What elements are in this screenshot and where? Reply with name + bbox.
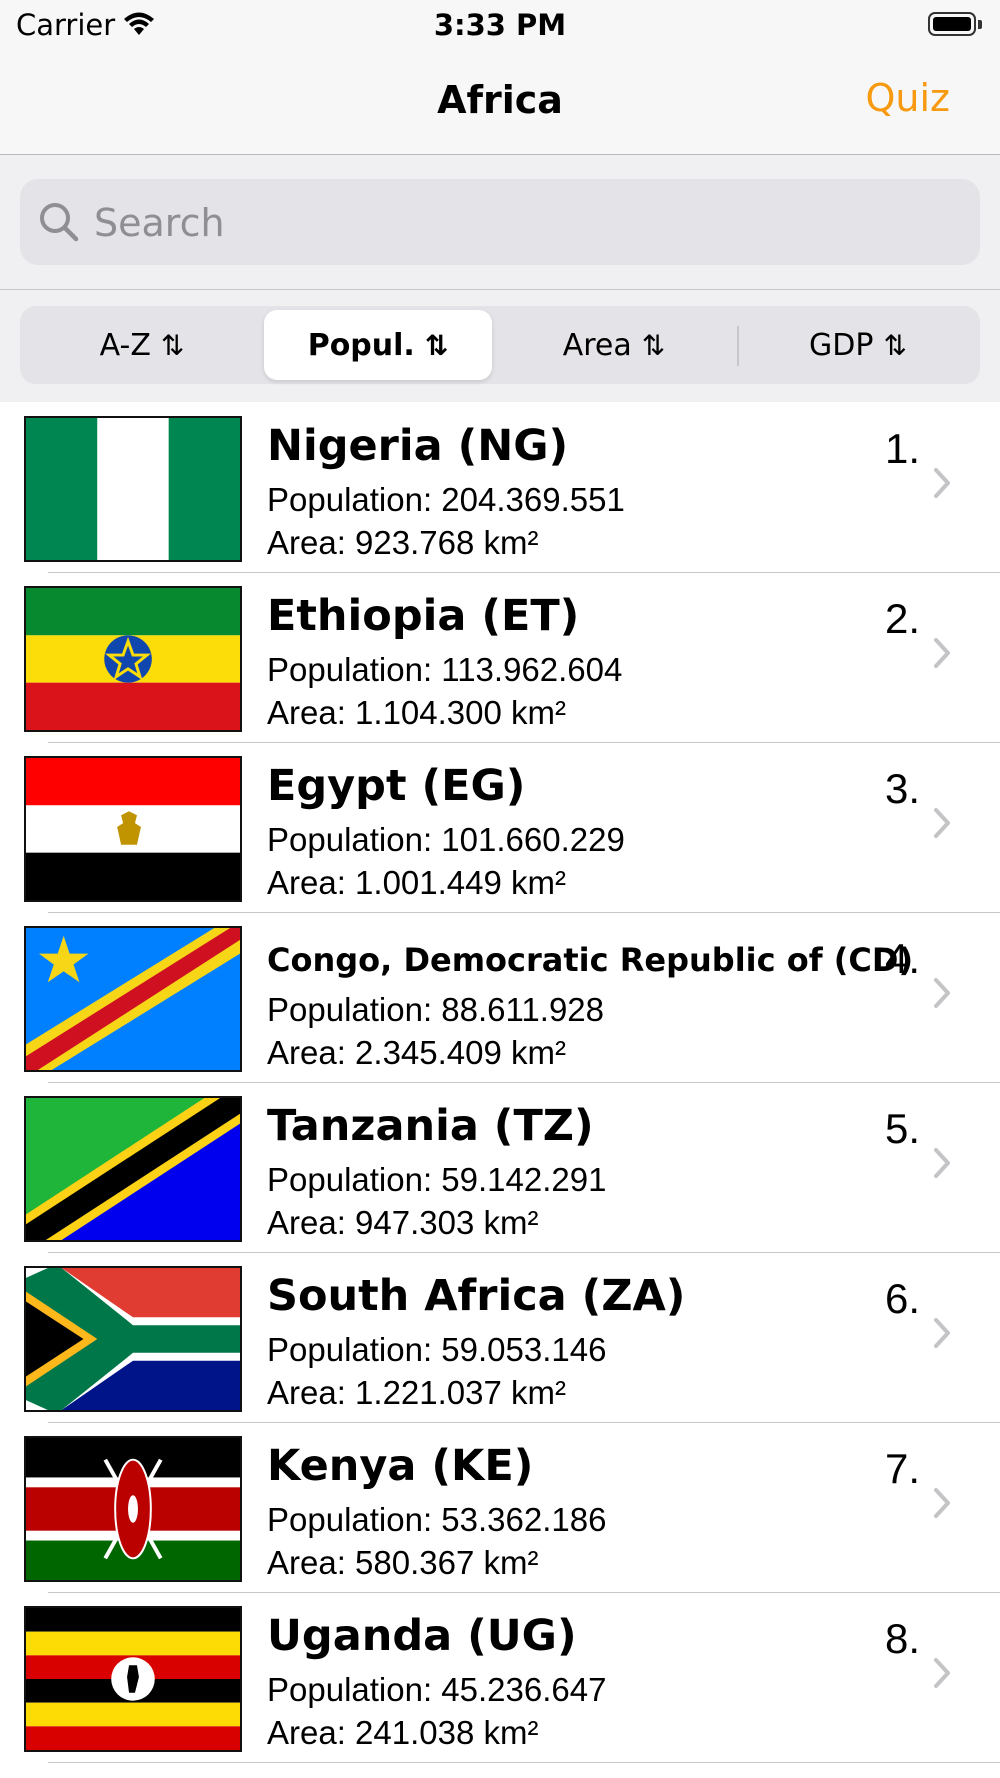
flag-uganda-icon bbox=[24, 1606, 242, 1752]
country-name: South Africa (ZA) bbox=[267, 1271, 686, 1321]
chevron-right-icon bbox=[932, 467, 952, 503]
search-input[interactable] bbox=[92, 179, 956, 267]
country-name: Egypt (EG) bbox=[267, 761, 526, 811]
country-rank: 3. bbox=[884, 765, 920, 812]
country-row-uganda[interactable]: Uganda (UG) Population: 45.236.647 Area:… bbox=[0, 1593, 1000, 1763]
country-population: Population: 59.142.291 bbox=[267, 1161, 607, 1198]
country-area: Area: 1.104.300 km² bbox=[267, 694, 566, 731]
chevron-right-icon bbox=[932, 807, 952, 843]
country-name: Kenya (KE) bbox=[267, 1441, 534, 1491]
sort-segmented-control: A-Z ⇅ Popul. ⇅ Area ⇅ GDP ⇅ bbox=[20, 306, 980, 384]
country-rank: 7. bbox=[884, 1445, 920, 1492]
country-rank: 8. bbox=[884, 1615, 920, 1662]
search-bar[interactable] bbox=[20, 179, 980, 267]
country-area: Area: 1.001.449 km² bbox=[267, 864, 566, 901]
country-row-dr-congo[interactable]: Congo, Democratic Republic of (CD) Popul… bbox=[0, 913, 1000, 1083]
country-row-kenya[interactable]: Kenya (KE) Population: 53.362.186 Area: … bbox=[0, 1423, 1000, 1593]
sort-arrows-icon: ⇅ bbox=[424, 328, 449, 362]
country-rank: 2. bbox=[884, 595, 920, 642]
chevron-right-icon bbox=[932, 1317, 952, 1353]
sort-control-container: A-Z ⇅ Popul. ⇅ Area ⇅ GDP ⇅ bbox=[0, 290, 1000, 402]
country-area: Area: 923.768 km² bbox=[267, 524, 539, 561]
sort-tab-area[interactable]: Area ⇅ bbox=[500, 310, 728, 380]
flag-nigeria-icon bbox=[24, 416, 242, 562]
chevron-right-icon bbox=[932, 637, 952, 673]
battery-icon bbox=[928, 12, 982, 38]
country-area: Area: 580.367 km² bbox=[267, 1544, 539, 1581]
sort-tab-label: GDP bbox=[809, 327, 874, 363]
segment-divider bbox=[737, 326, 739, 366]
sort-tab-label: A-Z bbox=[99, 327, 151, 363]
page-title: Africa bbox=[437, 78, 563, 122]
country-population: Population: 204.369.551 bbox=[267, 481, 625, 518]
country-population: Population: 88.611.928 bbox=[267, 991, 605, 1028]
country-population: Population: 53.362.186 bbox=[267, 1501, 607, 1538]
chevron-right-icon bbox=[932, 1147, 952, 1183]
country-area: Area: 2.345.409 km² bbox=[267, 1034, 566, 1071]
quiz-button[interactable]: Quiz bbox=[866, 76, 951, 120]
country-row-egypt[interactable]: Egypt (EG) Population: 101.660.229 Area:… bbox=[0, 743, 1000, 913]
country-rank: 4. bbox=[884, 935, 920, 982]
sort-tab-label: Popul. bbox=[307, 327, 415, 363]
country-population: Population: 59.053.146 bbox=[267, 1331, 607, 1368]
country-population: Population: 45.236.647 bbox=[267, 1671, 607, 1708]
sort-arrows-icon: ⇅ bbox=[641, 328, 666, 362]
country-area: Area: 241.038 km² bbox=[267, 1714, 539, 1751]
country-row-nigeria[interactable]: Nigeria (NG) Population: 204.369.551 Are… bbox=[0, 403, 1000, 573]
country-rank: 5. bbox=[884, 1105, 920, 1152]
sort-tab-az[interactable]: A-Z ⇅ bbox=[28, 310, 256, 380]
country-name: Tanzania (TZ) bbox=[267, 1101, 594, 1151]
flag-south-africa-icon bbox=[24, 1266, 242, 1412]
row-separator bbox=[48, 1762, 1000, 1763]
flag-tanzania-icon bbox=[24, 1096, 242, 1242]
country-name: Nigeria (NG) bbox=[267, 421, 569, 471]
flag-kenya-icon bbox=[24, 1436, 242, 1582]
country-row-south-africa[interactable]: South Africa (ZA) Population: 59.053.146… bbox=[0, 1253, 1000, 1423]
country-population: Population: 113.962.604 bbox=[267, 651, 623, 688]
search-bar-container bbox=[0, 155, 1000, 290]
sort-tab-gdp[interactable]: GDP ⇅ bbox=[744, 310, 972, 380]
status-time: 3:33 PM bbox=[433, 8, 567, 42]
sort-tab-label: Area bbox=[562, 327, 632, 363]
country-list: Nigeria (NG) Population: 204.369.551 Are… bbox=[0, 403, 1000, 1763]
chevron-right-icon bbox=[932, 977, 952, 1013]
sort-arrows-icon: ⇅ bbox=[883, 328, 907, 362]
country-name: Ethiopia (ET) bbox=[267, 591, 580, 641]
country-row-tanzania[interactable]: Tanzania (TZ) Population: 59.142.291 Are… bbox=[0, 1083, 1000, 1253]
country-rank: 6. bbox=[884, 1275, 920, 1322]
country-name: Uganda (UG) bbox=[267, 1611, 577, 1661]
chevron-right-icon bbox=[932, 1657, 952, 1693]
search-icon bbox=[38, 201, 80, 247]
country-area: Area: 1.221.037 km² bbox=[267, 1374, 566, 1411]
flag-dr-congo-icon bbox=[24, 926, 242, 1072]
country-population: Population: 101.660.229 bbox=[267, 821, 625, 858]
flag-egypt-icon bbox=[24, 756, 242, 902]
navigation-bar: Africa Quiz bbox=[0, 50, 1000, 155]
country-rank: 1. bbox=[884, 425, 920, 472]
country-area: Area: 947.303 km² bbox=[267, 1204, 539, 1241]
flag-ethiopia-icon bbox=[24, 586, 242, 732]
sort-arrows-icon: ⇅ bbox=[160, 328, 185, 362]
chevron-right-icon bbox=[932, 1487, 952, 1523]
country-name: Congo, Democratic Republic of (CD) bbox=[267, 941, 914, 979]
country-row-ethiopia[interactable]: Ethiopia (ET) Population: 113.962.604 Ar… bbox=[0, 573, 1000, 743]
sort-tab-population[interactable]: Popul. ⇅ bbox=[264, 310, 492, 380]
status-bar: Carrier 3:33 PM bbox=[0, 0, 1000, 50]
